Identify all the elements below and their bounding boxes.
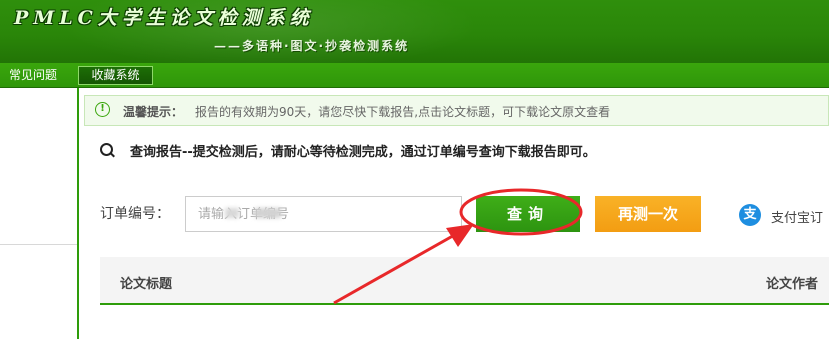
alipay-icon[interactable]: 支 [739,204,761,226]
header-banner: PMLC大学生论文检测系统 ——多语种·图文·抄袭检测系统 [0,0,829,63]
alipay-order-link[interactable]: 支付宝订 [771,207,823,226]
column-header-author: 论文作者 [766,277,819,292]
nav-item-faq[interactable]: 常见问题 [9,65,57,85]
site-title: PMLC大学生论文检测系统 [14,7,314,29]
nav-item-bookmark[interactable]: 收藏系统 [78,66,153,85]
redacted-blur [255,208,281,218]
notice-label: 温馨提示： [123,105,184,119]
nav-bar: 常见问题 收藏系统 [0,63,829,88]
results-table-header: 论文标题 论文作者 [100,257,829,305]
site-subtitle: ——多语种·图文·抄袭检测系统 [214,39,410,53]
query-button[interactable]: 查询 [476,196,580,232]
sidebar [0,88,77,339]
sidebar-border [77,88,79,339]
query-info-text: 查询报告--提交检测后，请耐心等待检测完成，通过订单编号查询下载报告即可。 [130,145,596,160]
column-header-title: 论文标题 [120,277,173,292]
redacted-blur [225,208,239,218]
retest-button[interactable]: 再测一次 [595,196,701,232]
order-number-label: 订单编号： [100,206,170,222]
sidebar-divider [0,244,77,245]
notice-text: 报告的有效期为90天，请您尽快下载报告,点击论文标题，可下载论文原文查看 [195,105,611,119]
info-circle-icon: ! [95,102,110,117]
notice-bar: ! 温馨提示： 报告的有效期为90天，请您尽快下载报告,点击论文标题，可下载论文… [84,95,829,126]
search-icon [100,143,113,156]
